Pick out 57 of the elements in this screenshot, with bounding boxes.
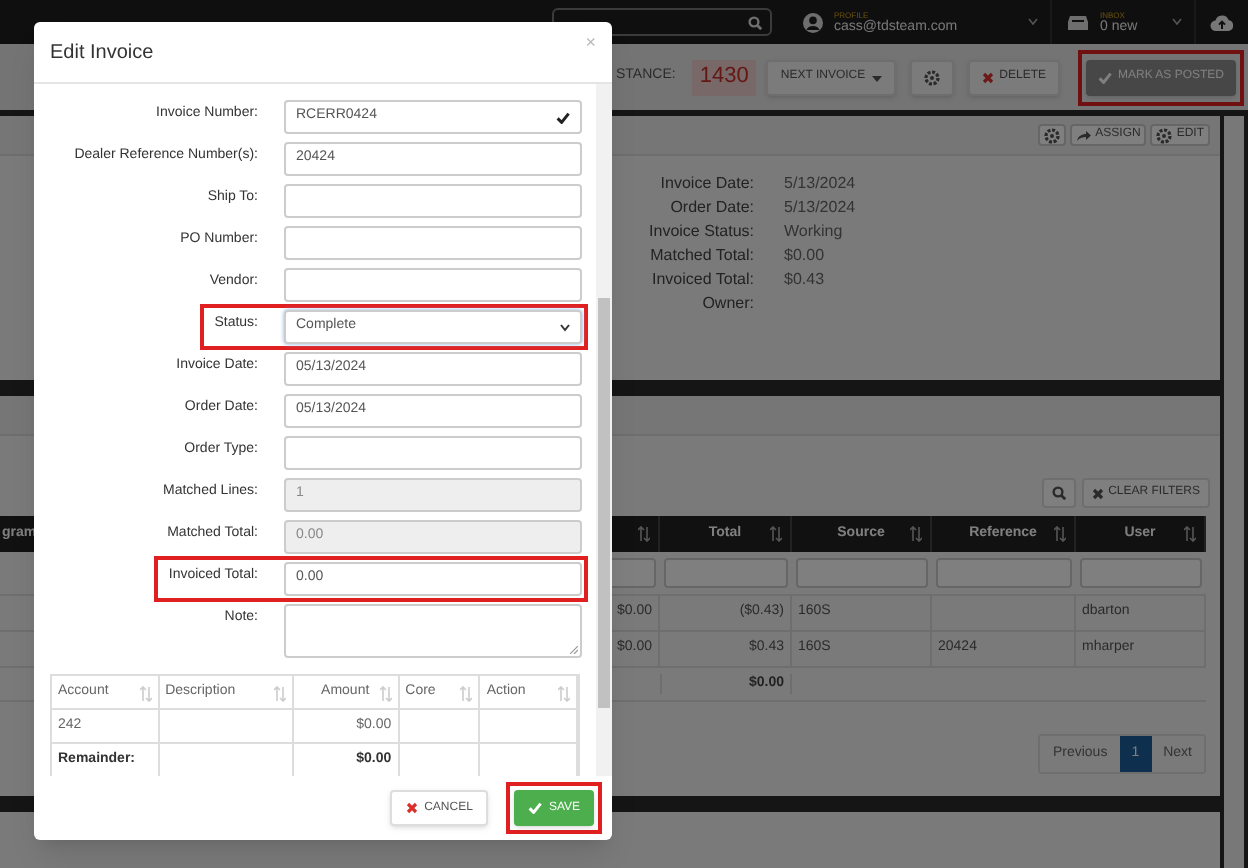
sort-icon xyxy=(1054,526,1066,542)
note-field[interactable] xyxy=(284,604,582,658)
detail-value: 5/13/2024 xyxy=(784,172,858,196)
sort-icon xyxy=(274,685,287,701)
input-field[interactable] xyxy=(284,226,582,260)
detail-label: Matched Total: xyxy=(650,244,754,268)
filter-field[interactable] xyxy=(1080,558,1202,588)
chevron-down-icon xyxy=(560,323,570,331)
chevron-down-icon xyxy=(1172,18,1182,26)
detail-value: 5/13/2024 xyxy=(784,196,858,220)
detail-label: Invoice Status: xyxy=(649,220,754,244)
sort-icon xyxy=(139,685,152,701)
detail-label: Order Date: xyxy=(670,196,754,220)
sort-icon xyxy=(379,685,392,701)
search-icon xyxy=(748,15,762,29)
sort-icon xyxy=(460,685,473,701)
input-field[interactable] xyxy=(284,184,582,218)
x-icon xyxy=(1092,487,1105,499)
detail-label: Invoiced Total: xyxy=(652,268,754,292)
detail-value: $0.00 xyxy=(784,244,827,268)
sort-icon xyxy=(558,685,570,701)
filter-field[interactable] xyxy=(664,558,788,588)
settings-button[interactable] xyxy=(909,59,954,95)
x-icon xyxy=(981,71,994,83)
distance-value: 1430 xyxy=(691,59,757,95)
check-icon xyxy=(528,802,543,814)
gear-icon xyxy=(1156,127,1173,143)
resize-grip-icon xyxy=(570,646,578,654)
detail-label: Owner: xyxy=(702,292,754,316)
detail-value: $0.43 xyxy=(784,268,827,292)
gear-icon xyxy=(1043,127,1060,143)
sort-icon xyxy=(770,526,782,542)
input-field[interactable] xyxy=(284,436,582,470)
search-button[interactable] xyxy=(1042,478,1077,508)
check-icon xyxy=(1097,71,1112,83)
settings-button[interactable] xyxy=(1037,124,1066,146)
sort-icon xyxy=(638,526,650,542)
chevron-down-icon xyxy=(1028,18,1038,26)
sort-icon xyxy=(1184,526,1196,542)
search-icon xyxy=(1052,486,1067,500)
x-icon xyxy=(406,802,419,814)
detail-value: Working xyxy=(784,220,845,244)
user-avatar-icon xyxy=(802,11,824,33)
inbox-tray-icon xyxy=(1068,14,1088,30)
dialog-scrollbar[interactable] xyxy=(596,84,612,776)
sort-icon xyxy=(910,526,922,542)
check-icon xyxy=(556,111,570,123)
cloud-upload-icon xyxy=(1210,13,1234,31)
close-button[interactable]: × xyxy=(585,30,596,58)
dialog-title: Edit Invoice xyxy=(50,39,154,67)
caret-icon xyxy=(871,73,882,81)
share-arrow-icon xyxy=(1075,129,1092,141)
detail-label: Invoice Date: xyxy=(660,172,754,196)
input-field[interactable] xyxy=(284,268,582,302)
filter-field[interactable] xyxy=(936,558,1072,588)
filter-field[interactable] xyxy=(796,558,928,588)
gear-icon xyxy=(923,69,940,85)
